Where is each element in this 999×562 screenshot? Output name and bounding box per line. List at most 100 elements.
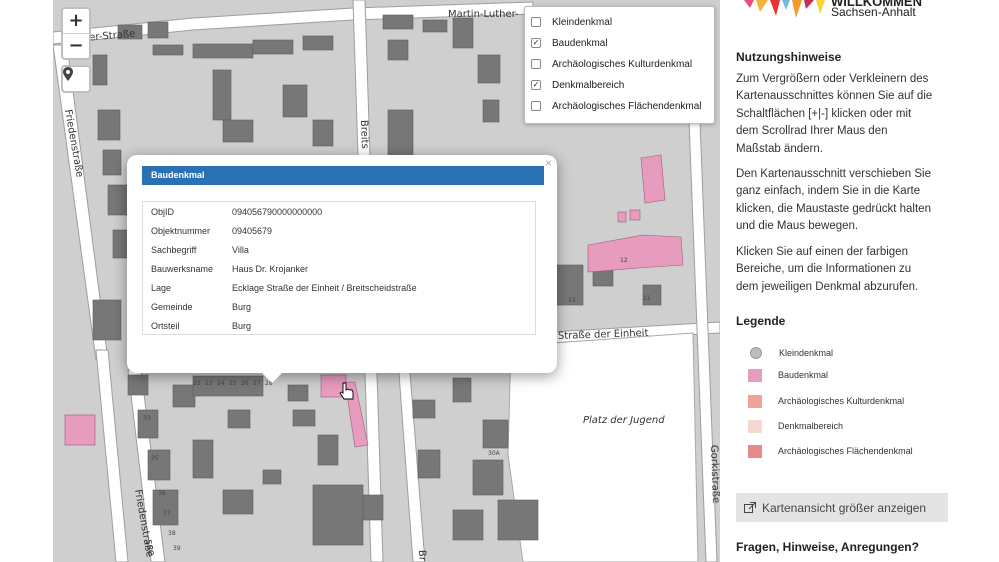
legend-swatch [750, 347, 762, 359]
legend-swatch [748, 444, 762, 458]
legend-heading: Legende [736, 314, 786, 328]
row-value: Burg [232, 321, 252, 331]
table-row: Gemeinde Burg [151, 298, 251, 316]
text-line: Schaltflächen [+|-] klicken oder mit [736, 107, 912, 120]
house-number: 33 [143, 415, 151, 422]
legend-swatch [748, 368, 762, 382]
legend-item-kleindenkmal: Kleindenkmal [748, 344, 833, 362]
table-row: Lage Ecklage Straße der Einheit / Breitsc… [151, 279, 417, 297]
street-label-breits: Breits [358, 120, 370, 149]
bigger-map-label: Kartenansicht größer anzeigen [762, 500, 927, 515]
row-value: Burg [232, 302, 252, 312]
street-label-martin-luther: Martin-Luther- [448, 9, 519, 20]
house-number: 39 [173, 545, 181, 552]
legend-label: Archäologisches Kulturdenkmal [778, 396, 905, 406]
layer-label: Archäologisches Flächendenkmal [552, 100, 702, 112]
text-line: und die Maus bewegen. [736, 220, 859, 233]
close-icon[interactable]: × [545, 156, 552, 170]
zoom-in-button[interactable]: + [63, 9, 89, 33]
layer-switcher: Kleindenkmal ✓ Baudenkmal Archäologische… [524, 6, 715, 124]
layer-checkbox[interactable] [531, 17, 541, 27]
layer-checkbox[interactable]: ✓ [531, 38, 541, 48]
text-line: dem jeweiligen Denkmal abzurufen. [736, 280, 919, 293]
layer-checkbox[interactable] [531, 101, 541, 111]
sachsen-anhalt-logo [744, 0, 825, 18]
house-number: 13 [568, 297, 576, 304]
map-label-platz-jugend: Platz der Jugend [583, 415, 665, 426]
legend-item-archaeologisches-flaechendenkmal: Archäologisches Flächendenkmal [748, 442, 913, 460]
legend-swatch [748, 419, 762, 433]
house-number: 23 [205, 380, 213, 387]
popup-tip [261, 372, 283, 383]
layer-denkmalbereich[interactable]: ✓ Denkmalbereich [531, 76, 624, 94]
row-value: Ecklage Straße der Einheit / Breitscheid… [232, 283, 417, 293]
usage-paragraph-3: Klicken Sie auf einen der farbigen Berei… [736, 244, 952, 296]
house-number: 11 [643, 295, 651, 302]
usage-paragraph-2: Den Kartenausschnitt verschieben Sie gan… [736, 166, 952, 236]
layer-label: Denkmalbereich [552, 79, 625, 91]
popup-attribute-table: ObjID 094056790000000000 Objektnummer 0940… [142, 201, 536, 335]
house-number: 27 [253, 380, 261, 387]
house-number: 35 [151, 455, 159, 462]
table-row: Sachbegriff Villa [151, 241, 249, 259]
house-number: 25 [229, 380, 237, 387]
house-number: 24 [217, 380, 225, 387]
zoom-control: + − [61, 7, 91, 60]
text-line: dem Scrollrad Ihrer Maus den [736, 125, 888, 138]
table-row: ObjID 094056790000000000 [151, 203, 322, 221]
row-key: Lage [151, 283, 172, 293]
house-number: 22 [193, 380, 201, 387]
text-line: Maßstab ändern. [736, 142, 823, 155]
text-line: Den Kartenausschnitt verschieben Sie [736, 168, 931, 180]
bigger-map-button[interactable]: Kartenansicht größer anzeigen [736, 493, 948, 522]
row-key: Sachbegriff [151, 245, 197, 255]
row-key: Ortsteil [151, 321, 180, 331]
popup-header: Baudenkmal [142, 166, 544, 185]
layer-baudenkmal[interactable]: ✓ Baudenkmal [531, 34, 608, 52]
location-pin-icon [63, 67, 73, 81]
text-line: klicken, die Maustaste gedrückt halten [736, 202, 931, 215]
layer-label: Archäologisches Kulturdenkmal [552, 58, 693, 70]
legend-label: Denkmalbereich [778, 421, 844, 431]
house-number: 30A [488, 450, 501, 457]
external-link-icon [744, 502, 756, 513]
row-value: Villa [232, 245, 249, 255]
street-label-bro: Br [416, 550, 427, 562]
table-row: Bauwerksname Haus Dr. Krojanker [151, 260, 308, 278]
legend-swatch [748, 394, 762, 408]
legend-item-denkmalbereich: Denkmalbereich [748, 417, 843, 435]
layer-checkbox[interactable] [531, 59, 541, 69]
layer-label: Baudenkmal [552, 37, 608, 49]
zoom-out-button[interactable]: − [63, 33, 89, 58]
info-popup: × Baudenkmal ObjID 094056790000000000 Obj… [127, 155, 557, 373]
house-number: 26 [241, 380, 249, 387]
table-row: Objektnummer 09405679 [151, 222, 272, 240]
row-value: 09405679 [232, 226, 273, 236]
layer-archaeologisches-flaechendenkmal[interactable]: Archäologisches Flächendenkmal [531, 97, 702, 115]
usage-heading: Nutzungshinweise [736, 50, 842, 64]
house-number: 38 [168, 530, 176, 537]
usage-paragraph-1: Zum Vergrößern oder Verkleinern des Kart… [736, 71, 952, 158]
map-canvas[interactable]: Martin-Luther- uther-Straße Friedenstraß… [53, 0, 720, 562]
row-key: Gemeinde [151, 302, 193, 312]
street-label-gorkistrasse: Gorkistraße [708, 445, 720, 504]
row-value: 094056790000000000 [232, 207, 323, 217]
layer-kleindenkmal[interactable]: Kleindenkmal [531, 13, 612, 31]
legend-label: Baudenkmal [778, 370, 829, 380]
row-key: Bauwerksname [151, 264, 214, 274]
text-line: Zum Vergrößern oder Verkleinern des [736, 73, 929, 85]
legend-label: Archäologisches Flächendenkmal [778, 446, 913, 456]
house-number: 37 [163, 510, 171, 517]
locate-button[interactable] [61, 65, 91, 93]
text-line: ganz einfach, indem Sie in die Karte [736, 185, 921, 198]
layer-checkbox[interactable]: ✓ [531, 80, 541, 90]
legend-label: Kleindenkmal [779, 348, 834, 358]
house-number: 36 [158, 490, 166, 497]
layer-archaeologisches-kulturdenkmal[interactable]: Archäologisches Kulturdenkmal [531, 55, 692, 73]
row-key: Objektnummer [151, 226, 211, 236]
row-key: ObjID [151, 207, 175, 217]
logo-subtitle: Sachsen-Anhalt [831, 5, 916, 19]
questions-heading: Fragen, Hinweise, Anregungen? [736, 540, 919, 554]
legend-item-baudenkmal: Baudenkmal [748, 366, 828, 384]
house-number: 12 [620, 257, 628, 264]
